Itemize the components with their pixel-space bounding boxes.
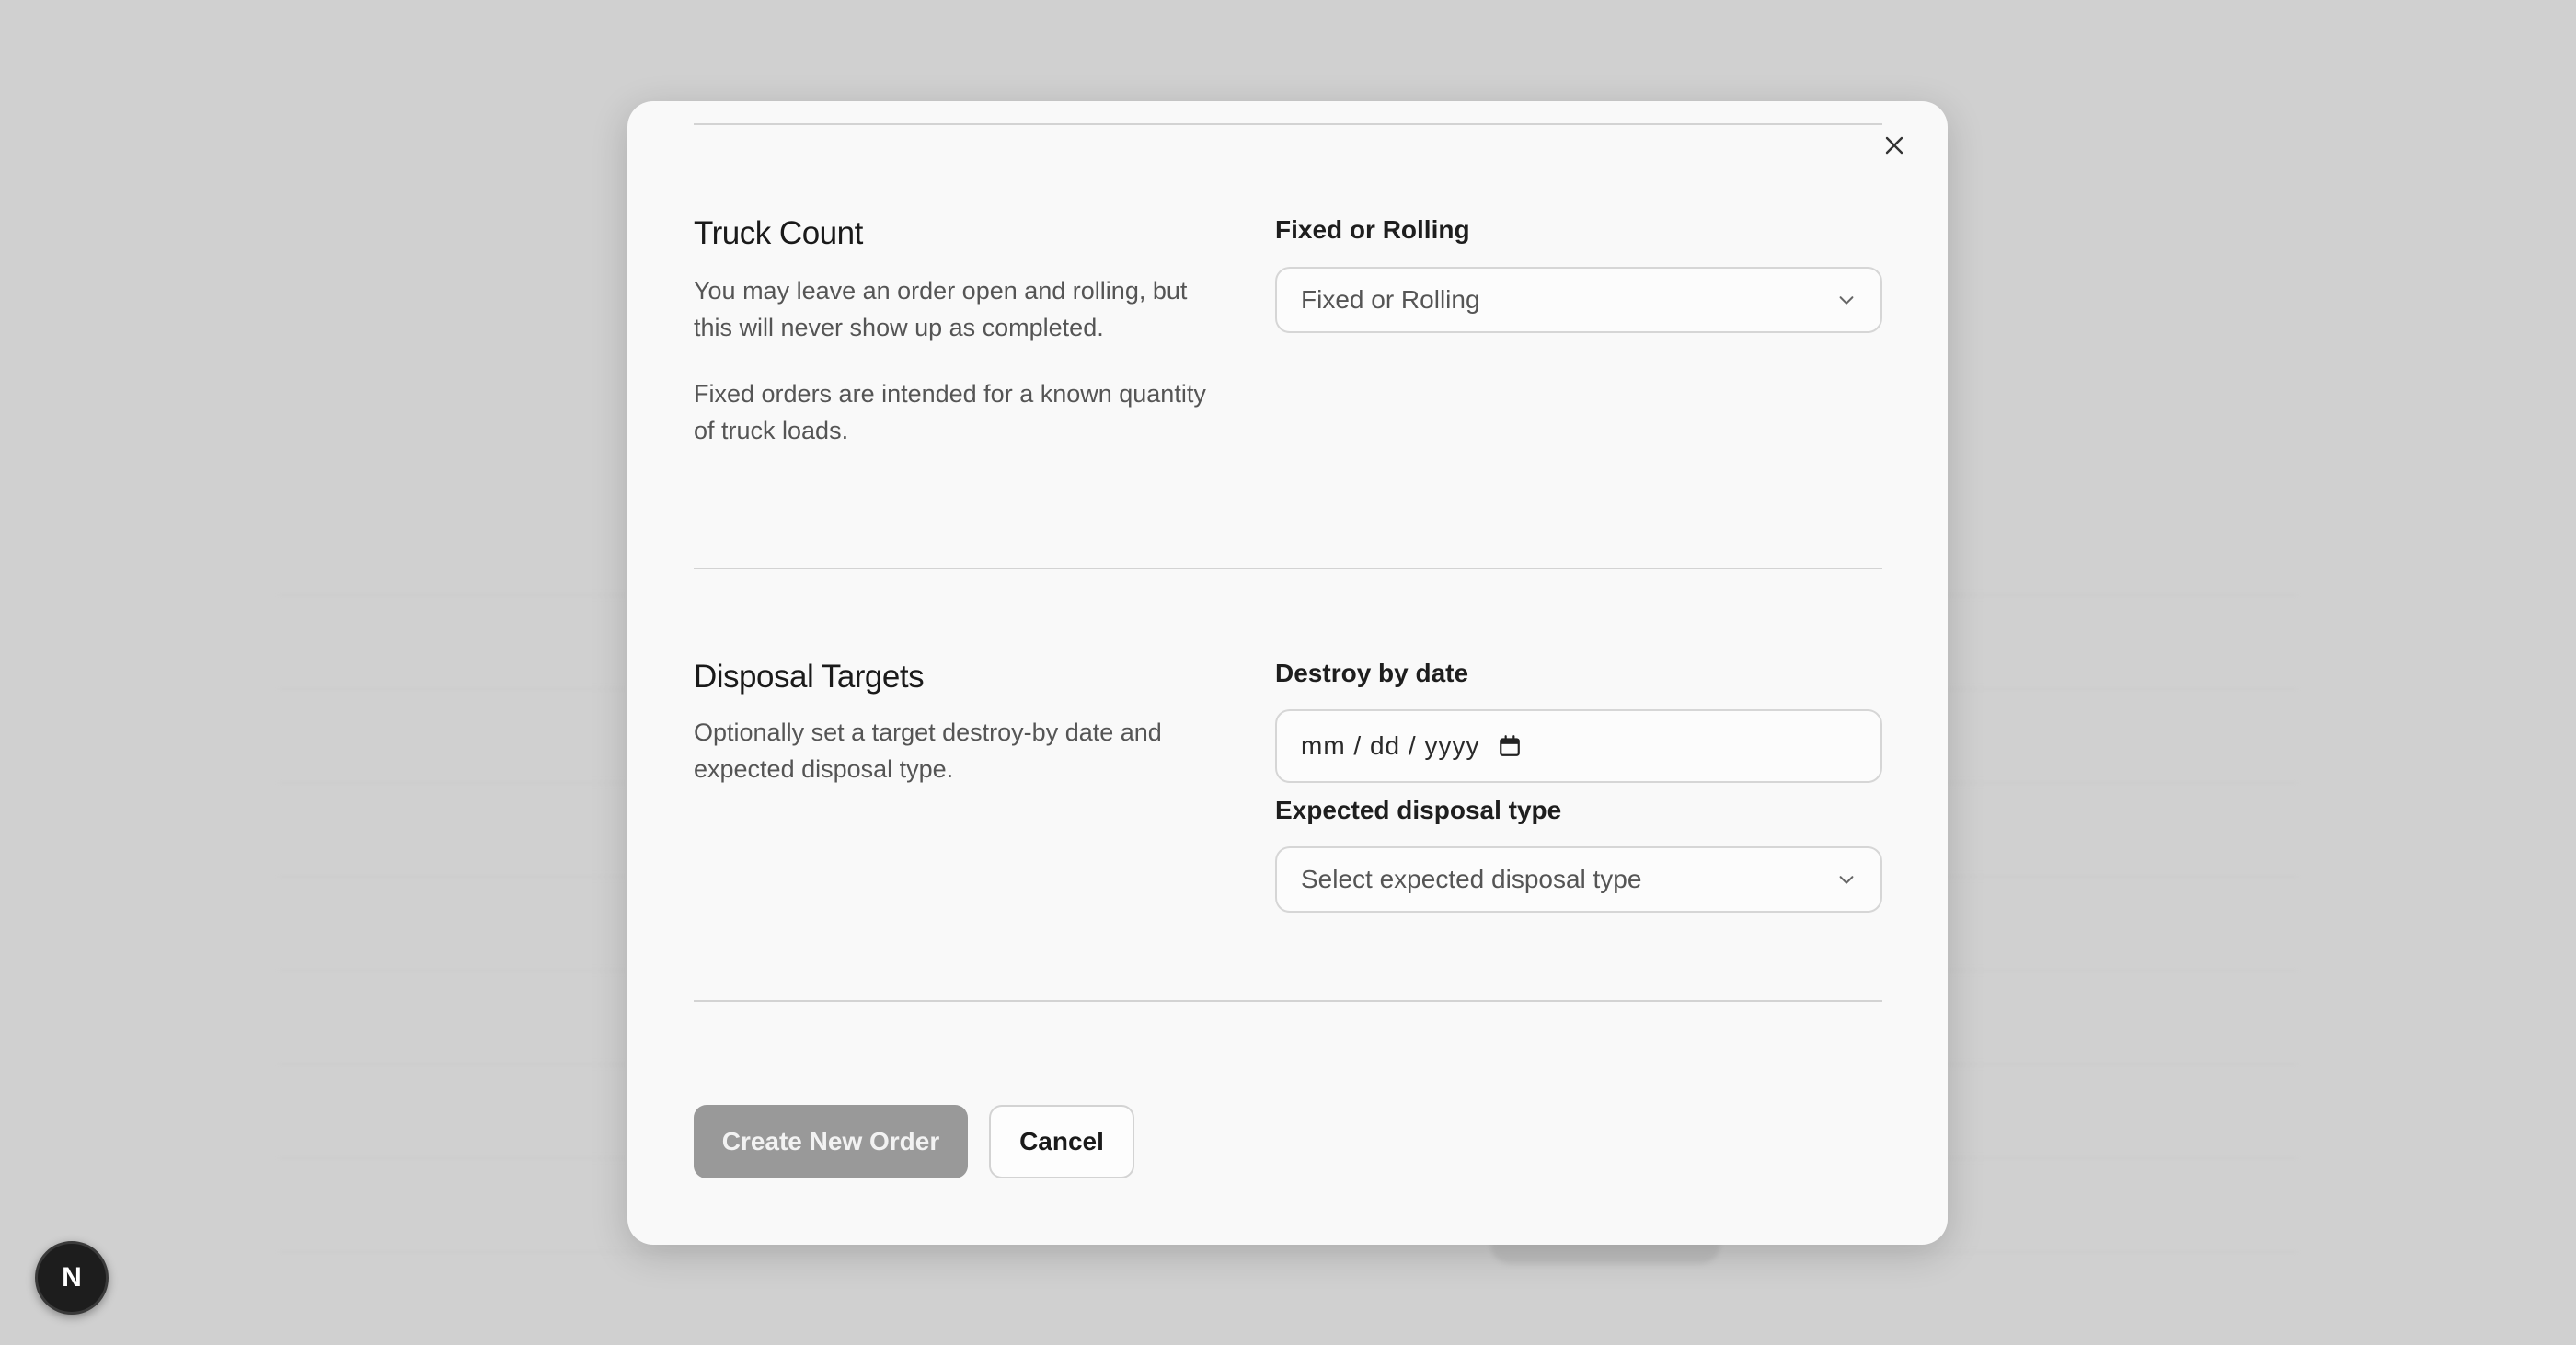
disposal-type-select[interactable]: Select expected disposal type (1275, 846, 1882, 913)
calendar-icon[interactable] (1498, 734, 1522, 758)
disposal-targets-description: Optionally set a target destroy-by date … (694, 718, 1162, 783)
fixed-or-rolling-select[interactable]: Fixed or Rolling (1275, 267, 1882, 333)
fixed-or-rolling-value: Fixed or Rolling (1301, 285, 1480, 314)
close-button[interactable] (1874, 125, 1915, 166)
chevron-down-icon (1839, 876, 1854, 884)
close-icon (1885, 136, 1903, 155)
create-order-modal: Truck Count You may leave an order open … (627, 101, 1948, 1245)
truck-count-fixed-note: Fixed orders are intended for a known qu… (694, 380, 1206, 444)
chevron-down-icon (1839, 296, 1854, 305)
top-divider (694, 123, 1882, 125)
badge-label: N (62, 1262, 82, 1293)
disposal-type-placeholder: Select expected disposal type (1301, 865, 1642, 893)
date-placeholder: mm / dd / yyyy (1301, 731, 1480, 760)
dev-tools-badge[interactable]: N (35, 1241, 109, 1315)
truck-count-description: You may leave an order open and rolling,… (694, 277, 1188, 341)
disposal-targets-title: Disposal Targets (694, 659, 925, 695)
actions-divider (694, 1000, 1882, 1002)
truck-count-title: Truck Count (694, 215, 863, 251)
destroy-by-date-label: Destroy by date (1275, 659, 1469, 687)
destroy-by-date-input[interactable]: mm / dd / yyyy (1275, 709, 1882, 783)
cancel-button[interactable]: Cancel (989, 1105, 1134, 1178)
section-divider (694, 568, 1882, 569)
create-new-order-button[interactable]: Create New Order (694, 1105, 968, 1178)
disposal-type-label: Expected disposal type (1275, 796, 1562, 824)
fixed-or-rolling-label: Fixed or Rolling (1275, 215, 1470, 244)
